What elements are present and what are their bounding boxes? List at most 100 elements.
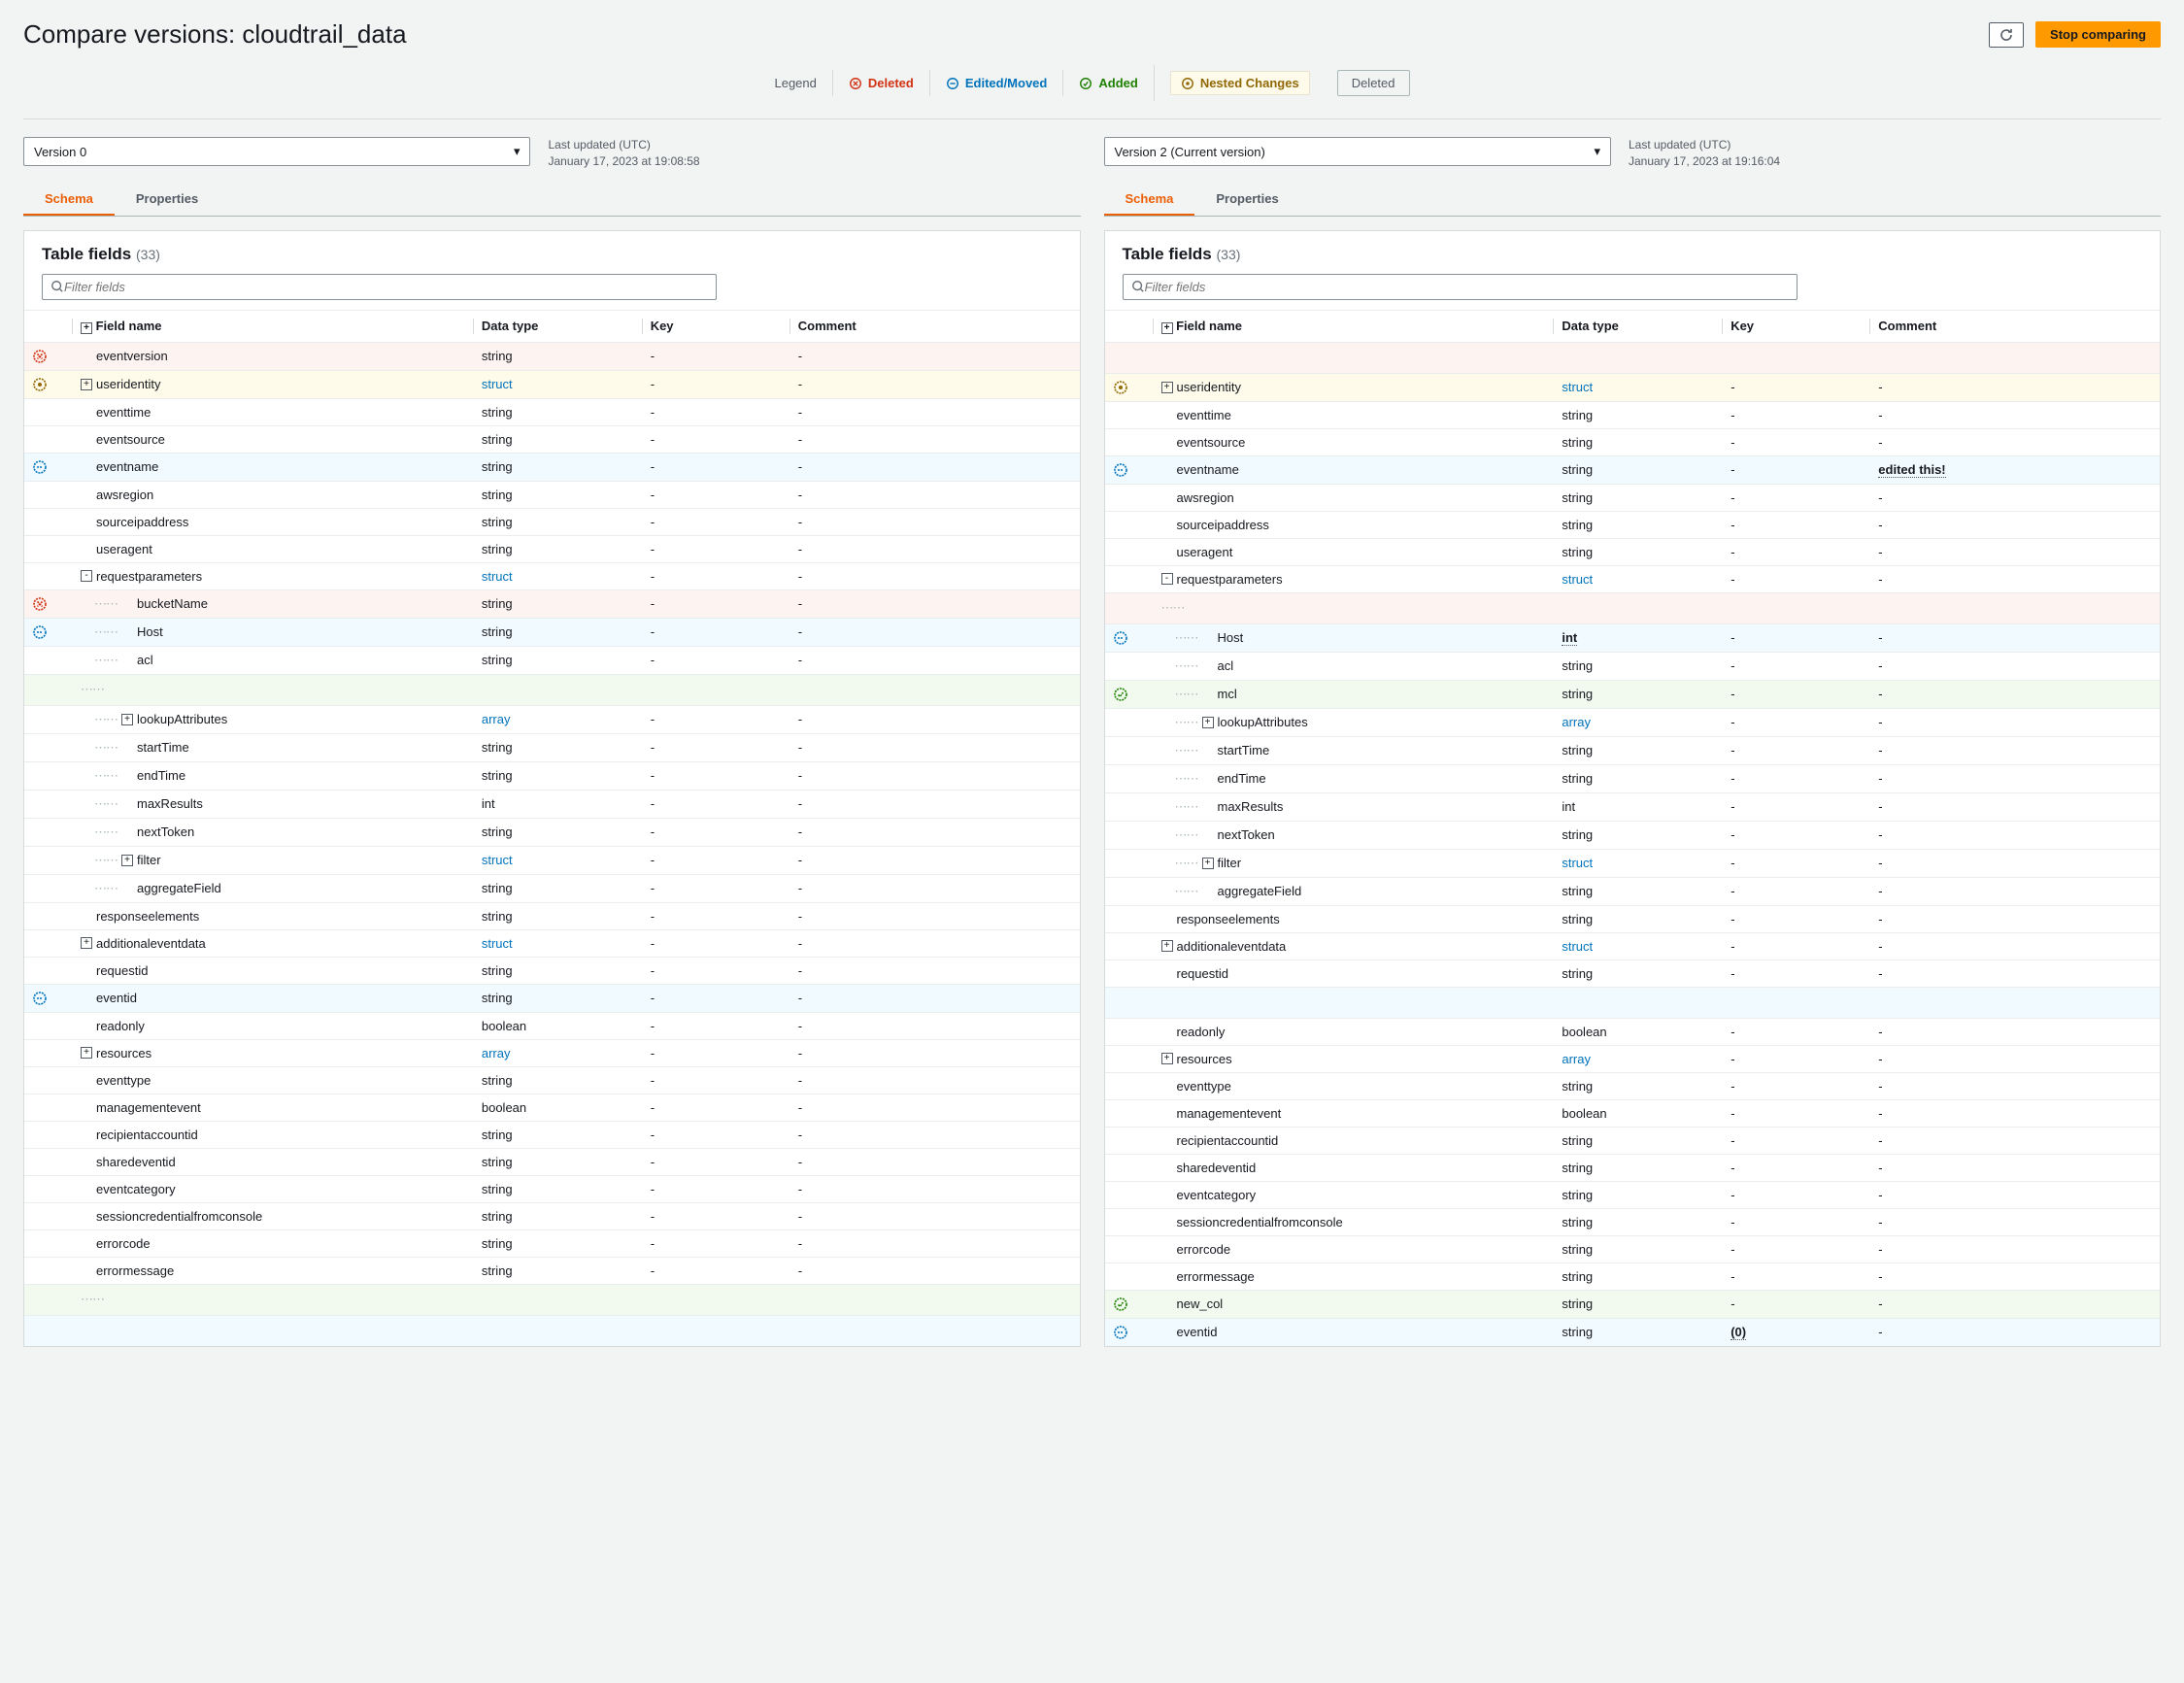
expand-icon[interactable]: + <box>1202 717 1214 728</box>
th-comment[interactable]: Comment <box>1870 310 2160 342</box>
table-row: ⋯⋯maxResultsint-- <box>24 790 1080 818</box>
expand-icon[interactable]: - <box>81 570 92 582</box>
th-comment[interactable]: Comment <box>790 310 1080 342</box>
field-type[interactable]: array <box>1554 1045 1723 1072</box>
field-type[interactable]: struct <box>1554 932 1723 959</box>
field-type[interactable]: array <box>1554 708 1723 736</box>
tree-line: ⋯⋯ <box>1175 799 1198 815</box>
tree-line: ⋯⋯ <box>1175 771 1198 787</box>
field-key: - <box>1723 623 1870 652</box>
expand-icon[interactable]: + <box>1161 382 1173 393</box>
field-type[interactable]: struct <box>1554 849 1723 877</box>
table-row: ⋯⋯Hostint-- <box>1105 623 2161 652</box>
tab-properties[interactable]: Properties <box>1194 184 1299 216</box>
field-key: - <box>1723 1181 1870 1208</box>
field-type[interactable]: struct <box>474 562 643 589</box>
field-name: bucketName <box>137 596 208 611</box>
field-type[interactable]: struct <box>474 370 643 398</box>
chevron-down-icon: ▾ <box>514 144 521 159</box>
field-comment: - <box>790 646 1080 674</box>
table-row: managementeventboolean-- <box>24 1094 1080 1121</box>
field-type[interactable]: array <box>474 1039 643 1066</box>
expand-icon[interactable]: + <box>81 1047 92 1059</box>
expand-icon[interactable]: + <box>1161 940 1173 952</box>
field-type[interactable]: struct <box>1554 565 1723 592</box>
field-name: new_col <box>1177 1296 1224 1311</box>
expand-icon[interactable]: + <box>81 937 92 949</box>
field-name: acl <box>1218 658 1234 673</box>
legend: Legend Deleted Edited/Moved Added Nested… <box>23 65 2161 101</box>
field-type: string <box>474 874 643 902</box>
field-key: (0) <box>1723 1318 1870 1346</box>
field-name: aggregateField <box>1218 884 1302 898</box>
field-key: - <box>1723 708 1870 736</box>
th-data-type[interactable]: Data type <box>474 310 643 342</box>
field-type: string <box>1554 401 1723 428</box>
th-field-name[interactable]: + Field name <box>1154 310 1555 342</box>
field-comment: - <box>790 508 1080 535</box>
tab-schema[interactable]: Schema <box>1104 184 1195 216</box>
field-type: int <box>1554 623 1723 652</box>
field-type: string <box>474 535 643 562</box>
field-key: - <box>643 902 790 929</box>
field-name: managementevent <box>96 1100 201 1115</box>
field-name: lookupAttributes <box>137 712 227 726</box>
expand-all-icon[interactable]: + <box>1161 322 1173 334</box>
tab-schema[interactable]: Schema <box>23 184 115 216</box>
field-key: - <box>643 618 790 646</box>
field-comment: - <box>790 1202 1080 1229</box>
expand-icon[interactable]: + <box>1161 1053 1173 1064</box>
expand-icon[interactable]: + <box>121 855 133 866</box>
tree-line: ⋯⋯ <box>94 796 118 812</box>
tree-line: ⋯⋯ <box>94 881 118 896</box>
field-comment: - <box>1870 1099 2160 1127</box>
field-comment: - <box>1870 849 2160 877</box>
th-field-name[interactable]: + Field name <box>73 310 474 342</box>
table-row: ⋯⋯Hoststring-- <box>24 618 1080 646</box>
tab-properties[interactable]: Properties <box>115 184 219 216</box>
th-key[interactable]: Key <box>643 310 790 342</box>
th-key[interactable]: Key <box>1723 310 1870 342</box>
edited-marker-icon <box>1113 462 1128 478</box>
expand-all-icon[interactable]: + <box>81 322 92 334</box>
table-row: ⋯⋯endTimestring-- <box>1105 764 2161 792</box>
version-select-left[interactable]: Version 0▾ <box>23 137 530 166</box>
field-name: errorcode <box>1177 1242 1231 1257</box>
refresh-button[interactable] <box>1989 22 2024 48</box>
table-row: -requestparametersstruct-- <box>1105 565 2161 592</box>
field-type[interactable]: struct <box>1554 373 1723 401</box>
field-comment: - <box>1870 428 2160 455</box>
empty-deleted-row: ⋯⋯ <box>1105 592 2161 623</box>
stop-comparing-button[interactable]: Stop comparing <box>2035 21 2161 48</box>
field-name: filter <box>1218 856 1242 870</box>
field-type[interactable]: struct <box>474 929 643 957</box>
field-type[interactable]: struct <box>474 846 643 874</box>
table-row: responseelementsstring-- <box>24 902 1080 929</box>
field-type: string <box>1554 959 1723 987</box>
search-input[interactable] <box>1145 280 1789 294</box>
legend-deleted-pill: Deleted <box>1337 70 1410 96</box>
expand-icon[interactable]: + <box>1202 858 1214 869</box>
search-box[interactable] <box>1123 274 1798 300</box>
expand-icon[interactable]: + <box>81 379 92 390</box>
expand-icon[interactable]: - <box>1161 573 1173 585</box>
field-comment: - <box>1870 623 2160 652</box>
field-comment: - <box>1870 1018 2160 1045</box>
field-key: - <box>643 846 790 874</box>
table-row: sharedeventidstring-- <box>24 1148 1080 1175</box>
deleted-marker-icon <box>32 596 48 612</box>
table-row: ⋯⋯nextTokenstring-- <box>24 818 1080 846</box>
table-row: ⋯⋯+lookupAttributesarray-- <box>24 705 1080 733</box>
field-type: string <box>1554 680 1723 708</box>
search-input[interactable] <box>64 280 708 294</box>
field-key: - <box>1723 373 1870 401</box>
th-data-type[interactable]: Data type <box>1554 310 1723 342</box>
field-name: awsregion <box>96 488 153 502</box>
table-row: eventsourcestring-- <box>1105 428 2161 455</box>
search-box[interactable] <box>42 274 717 300</box>
table-row: +useridentitystruct-- <box>24 370 1080 398</box>
expand-icon[interactable]: + <box>121 714 133 725</box>
field-name: endTime <box>137 768 185 783</box>
version-select-right[interactable]: Version 2 (Current version)▾ <box>1104 137 1611 166</box>
field-type[interactable]: array <box>474 705 643 733</box>
